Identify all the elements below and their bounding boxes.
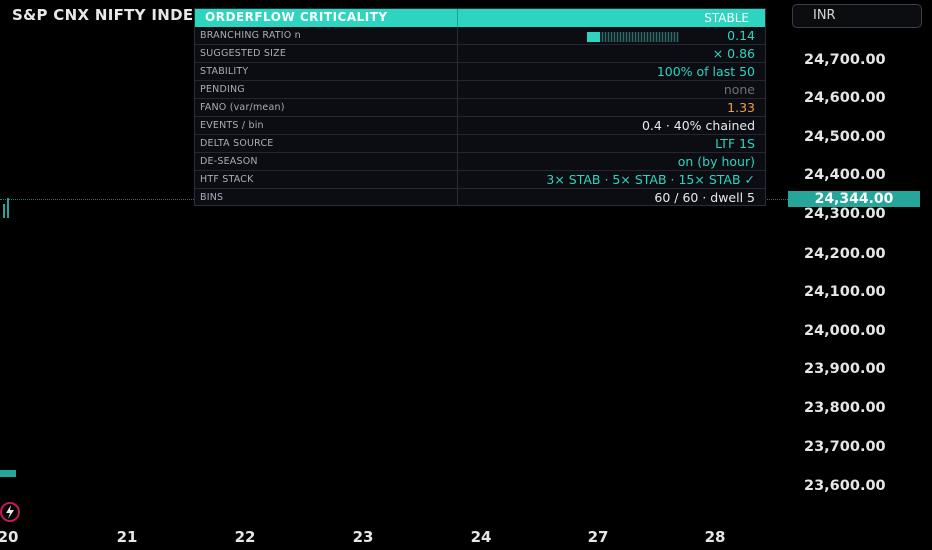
price-label: 24,500.00	[804, 129, 886, 145]
volume-bar	[0, 470, 16, 477]
row-label: FANO (var/mean)	[200, 102, 285, 113]
price-label: 24,700.00	[804, 52, 886, 68]
time-label: 28	[704, 528, 726, 546]
criticality-panel: ORDERFLOW CRITICALITY STABLE BRANCHING R…	[194, 8, 766, 206]
time-label: 22	[234, 528, 256, 546]
table-row: STABILITY 100% of last 50	[195, 63, 765, 81]
price-label: 23,600.00	[804, 478, 886, 494]
time-label: 23	[352, 528, 374, 546]
row-label: BINS	[200, 192, 224, 203]
table-row: DELTA SOURCE LTF 1S	[195, 135, 765, 153]
time-label: 24	[470, 528, 492, 546]
panel-header: ORDERFLOW CRITICALITY STABLE	[195, 9, 765, 27]
panel-rows: BRANCHING RATIO n 0.14 SUGGESTED SIZE × …	[195, 27, 765, 207]
table-row: SUGGESTED SIZE × 0.86	[195, 45, 765, 63]
candle	[3, 204, 5, 218]
row-value: 3× STAB · 5× STAB · 15× STAB ✓	[546, 172, 755, 187]
price-label: 23,700.00	[804, 439, 886, 455]
table-row: BINS 60 / 60 · dwell 5	[195, 189, 765, 207]
candle	[7, 198, 9, 218]
currency-button[interactable]: INR	[792, 4, 922, 28]
row-value: 0.4 · 40% chained	[641, 118, 755, 133]
row-value: on (by hour)	[677, 154, 755, 169]
price-label: 23,800.00	[804, 400, 886, 416]
row-label: HTF STACK	[200, 174, 254, 185]
price-label: 24,400.00	[804, 167, 886, 183]
current-price-badge: 24,344.00	[788, 191, 920, 207]
table-row: EVENTS / bin 0.4 · 40% chained	[195, 117, 765, 135]
table-row: FANO (var/mean) 1.33	[195, 99, 765, 117]
price-label: 24,200.00	[804, 246, 886, 262]
price-label: 24,300.00	[804, 206, 886, 222]
price-label: 23,900.00	[804, 361, 886, 377]
price-label: 24,000.00	[804, 323, 886, 339]
time-label: 27	[587, 528, 609, 546]
table-row: HTF STACK 3× STAB · 5× STAB · 15× STAB ✓	[195, 171, 765, 189]
row-label: PENDING	[200, 84, 245, 95]
price-label: 24,600.00	[804, 90, 886, 106]
branching-ratio-fill	[587, 32, 600, 42]
table-row: PENDING none	[195, 81, 765, 99]
lightning-icon[interactable]	[0, 501, 26, 523]
panel-title: ORDERFLOW CRITICALITY	[205, 10, 388, 24]
row-value: 60 / 60 · dwell 5	[654, 190, 755, 205]
time-label: 20	[0, 528, 19, 546]
row-label: DELTA SOURCE	[200, 138, 274, 149]
time-axis[interactable]: 20 21 22 23 24 27 28	[0, 526, 770, 550]
row-value: 1.33	[727, 100, 755, 115]
row-label: DE-SEASON	[200, 156, 258, 167]
row-value: 100% of last 50	[656, 64, 755, 79]
row-value: × 0.86	[712, 46, 755, 61]
row-value: none	[723, 82, 755, 97]
row-label: EVENTS / bin	[200, 120, 264, 131]
panel-status: STABLE	[704, 11, 749, 25]
table-row: DE-SEASON on (by hour)	[195, 153, 765, 171]
table-row: BRANCHING RATIO n 0.14	[195, 27, 765, 45]
row-label: STABILITY	[200, 66, 249, 77]
row-label: BRANCHING RATIO n	[200, 30, 301, 41]
row-label: SUGGESTED SIZE	[200, 48, 287, 59]
header-divider	[457, 9, 458, 27]
price-label: 24,100.00	[804, 284, 886, 300]
row-value: 0.14	[727, 28, 755, 43]
row-value: LTF 1S	[715, 136, 755, 151]
branching-ratio-bar	[587, 32, 679, 42]
time-label: 21	[116, 528, 138, 546]
price-axis[interactable]: 24,700.00 24,600.00 24,500.00 24,400.00 …	[770, 40, 932, 510]
